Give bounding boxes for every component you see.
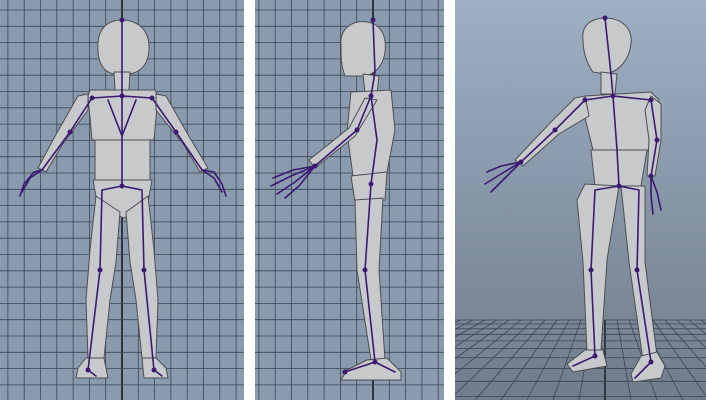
front-view-canvas[interactable]	[0, 0, 244, 400]
front-viewport[interactable]	[0, 0, 244, 400]
joint[interactable]	[312, 163, 318, 169]
joint[interactable]	[370, 17, 376, 23]
joint[interactable]	[67, 129, 73, 135]
joint[interactable]	[149, 95, 155, 101]
joint[interactable]	[97, 267, 103, 273]
head-mesh[interactable]	[340, 21, 386, 77]
joint[interactable]	[518, 159, 524, 165]
joint[interactable]	[368, 181, 374, 187]
side-viewport[interactable]	[255, 0, 444, 400]
joint[interactable]	[362, 267, 368, 273]
joint[interactable]	[602, 15, 608, 21]
joint[interactable]	[610, 93, 616, 99]
joint[interactable]	[648, 97, 654, 103]
joint[interactable]	[592, 353, 598, 359]
joint[interactable]	[89, 95, 95, 101]
neck-mesh[interactable]	[600, 71, 618, 95]
joint[interactable]	[582, 97, 588, 103]
side-view-canvas[interactable]	[255, 0, 444, 400]
head-mesh[interactable]	[97, 19, 150, 75]
joint[interactable]	[552, 127, 558, 133]
joint[interactable]	[654, 137, 660, 143]
joint[interactable]	[616, 183, 622, 189]
perspective-view-canvas[interactable]	[455, 0, 706, 400]
joint[interactable]	[119, 93, 125, 99]
joint[interactable]	[354, 127, 360, 133]
joint[interactable]	[119, 17, 125, 23]
joint[interactable]	[119, 183, 125, 189]
pelvis-mesh[interactable]	[350, 171, 388, 203]
joint[interactable]	[173, 129, 179, 135]
joint[interactable]	[648, 359, 654, 365]
joint[interactable]	[648, 173, 654, 179]
joint[interactable]	[141, 267, 147, 273]
joint[interactable]	[588, 267, 594, 273]
joint[interactable]	[151, 367, 157, 373]
joint[interactable]	[372, 359, 378, 365]
joint[interactable]	[342, 369, 348, 375]
joint[interactable]	[634, 267, 640, 273]
perspective-viewport[interactable]	[455, 0, 706, 400]
joint[interactable]	[368, 93, 374, 99]
joint[interactable]	[85, 367, 91, 373]
